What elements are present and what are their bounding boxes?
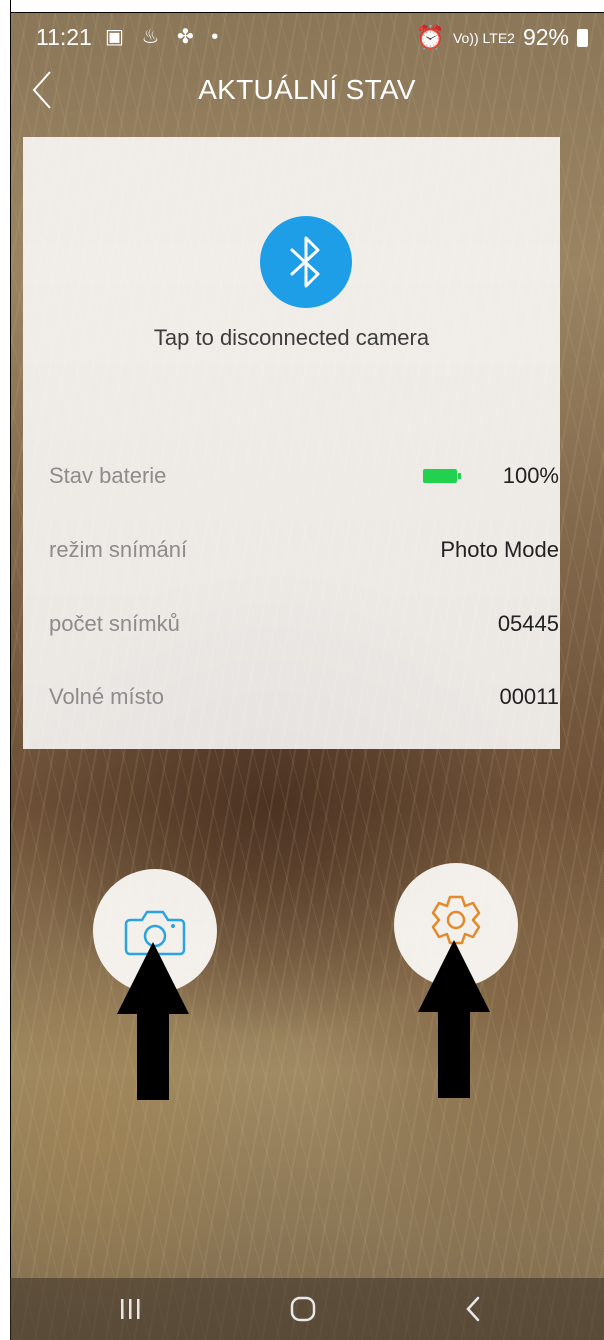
nav-recent-button[interactable] bbox=[70, 1278, 190, 1340]
app-screen: 11:21 ▣ ♨ ✤ • ⏰ Vo)) LTE2 92% AKTUÁLNÍ S… bbox=[0, 0, 604, 1340]
alarm-icon: ⏰ bbox=[416, 24, 445, 50]
photo-count-value: 05445 bbox=[497, 611, 559, 636]
info-row-battery: Stav baterie 100% bbox=[49, 463, 559, 503]
battery-level-icon bbox=[423, 469, 463, 485]
back-icon bbox=[466, 1296, 480, 1322]
info-row-capture-mode: režim snímání Photo Mode bbox=[49, 537, 559, 577]
bluetooth-caption[interactable]: Tap to disconnected camera bbox=[23, 325, 560, 351]
status-icons-right: ⏰ Vo)) LTE2 92% bbox=[416, 24, 588, 51]
system-nav-bar bbox=[10, 1278, 604, 1340]
free-space-value: 00011 bbox=[499, 684, 559, 709]
annotation-arrow-icon bbox=[418, 940, 490, 1098]
annotation-arrow-icon bbox=[117, 942, 189, 1100]
battery-icon bbox=[577, 28, 588, 47]
bluetooth-icon bbox=[290, 236, 320, 288]
frame-border bbox=[0, 0, 11, 1340]
battery-label: Stav baterie bbox=[49, 463, 167, 488]
photo-count-label: počet snímků bbox=[49, 611, 180, 636]
battery-value: 100% bbox=[502, 463, 559, 488]
battery-percent: 92% bbox=[522, 24, 569, 50]
info-row-photo-count: počet snímků 05445 bbox=[49, 611, 559, 651]
status-bar: 11:21 ▣ ♨ ✤ • ⏰ Vo)) LTE2 92% bbox=[10, 12, 604, 60]
capture-mode-label: režim snímání bbox=[49, 537, 188, 562]
info-row-free-space: Volné místo 00011 bbox=[49, 684, 559, 724]
recent-apps-icon bbox=[121, 1299, 140, 1319]
home-icon bbox=[290, 1296, 316, 1322]
nav-home-button[interactable] bbox=[243, 1278, 363, 1340]
signal-icon: Vo)) LTE2 bbox=[452, 29, 515, 46]
status-time: 11:21 bbox=[36, 24, 92, 50]
nav-back-button[interactable] bbox=[413, 1278, 533, 1340]
free-space-label: Volné místo bbox=[49, 684, 164, 709]
app-header: AKTUÁLNÍ STAV bbox=[10, 62, 604, 120]
status-card: Tap to disconnected camera Stav baterie … bbox=[23, 137, 560, 749]
capture-mode-value: Photo Mode bbox=[440, 537, 559, 562]
notification-icons: ▣ ♨ ✤ • bbox=[105, 26, 225, 48]
bluetooth-button[interactable] bbox=[260, 216, 352, 308]
page-title: AKTUÁLNÍ STAV bbox=[198, 74, 416, 105]
